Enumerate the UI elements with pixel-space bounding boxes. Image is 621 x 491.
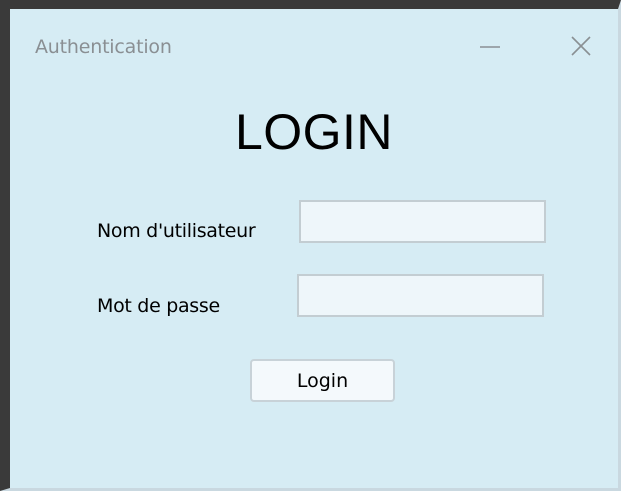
authentication-window: Authentication LOGIN Nom d'utilisateur M… — [0, 0, 621, 491]
login-button[interactable]: Login — [250, 359, 395, 402]
password-field[interactable] — [297, 274, 544, 317]
login-heading: LOGIN — [234, 104, 394, 160]
title-bar[interactable]: Authentication — [10, 9, 618, 87]
window-title: Authentication — [35, 36, 172, 58]
minimize-button[interactable] — [470, 29, 510, 63]
minimize-icon — [480, 46, 500, 48]
username-label: Nom d'utilisateur — [97, 220, 256, 242]
password-label: Mot de passe — [97, 295, 220, 317]
username-field[interactable] — [299, 200, 546, 243]
close-button[interactable] — [561, 29, 601, 63]
close-icon — [571, 36, 591, 56]
